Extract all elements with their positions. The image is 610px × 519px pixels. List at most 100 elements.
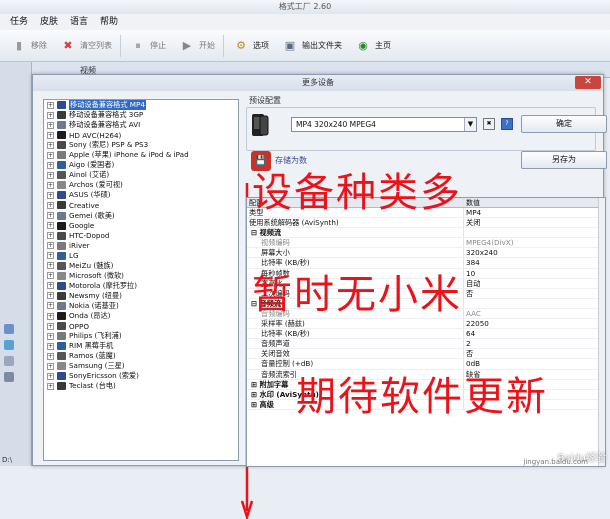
tree-item[interactable]: + RIM 黑莓手机 (44, 341, 238, 351)
expand-icon[interactable]: + (47, 111, 54, 119)
expand-icon[interactable]: + (47, 141, 54, 149)
ok-button[interactable]: 确定 (521, 115, 607, 133)
close-icon[interactable]: ✕ (575, 76, 601, 89)
delete-preset-icon[interactable]: ✖ (483, 118, 495, 130)
expand-icon[interactable]: + (47, 191, 54, 199)
expand-icon[interactable]: + (47, 222, 54, 230)
expand-icon[interactable]: + (47, 201, 54, 209)
expand-icon[interactable]: + (47, 342, 54, 350)
tree-item[interactable]: + Google (44, 221, 238, 231)
preset-select[interactable]: MP4 320x240 MPEG4 ▼ (291, 117, 477, 132)
property-row[interactable]: 使用系统解码器 (AviSynth) 关闭 (247, 218, 605, 229)
tree-item[interactable]: + Nokia (诺基亚) (44, 301, 238, 311)
tree-item[interactable]: + Onda (昂达) (44, 311, 238, 321)
expand-icon[interactable]: + (47, 352, 54, 360)
property-value (463, 298, 605, 308)
expand-icon[interactable]: + (47, 272, 54, 280)
property-row[interactable]: 屏幕大小 320x240 (247, 248, 605, 259)
tree-item[interactable]: + 移动设备兼容格式 3GP (44, 110, 238, 120)
expand-icon[interactable]: + (47, 262, 54, 270)
stop-button[interactable]: ⏸ 停止 (125, 34, 170, 58)
expand-icon[interactable]: + (47, 161, 54, 169)
expand-icon[interactable]: + (47, 322, 54, 330)
tree-item-label: Apple (苹果) iPhone & iPod & iPad (69, 150, 189, 160)
expand-icon[interactable]: + (47, 362, 54, 370)
expand-icon[interactable]: + (47, 302, 54, 310)
tree-item[interactable]: + Apple (苹果) iPhone & iPod & iPad (44, 150, 238, 160)
tree-item[interactable]: + ASUS (华硕) (44, 190, 238, 200)
tree-item[interactable]: + 移动设备兼容格式 MP4 (44, 100, 238, 111)
audio-category-icon[interactable] (4, 324, 14, 334)
expand-icon[interactable]: + (47, 171, 54, 179)
expand-icon[interactable]: + (47, 332, 54, 340)
tree-item[interactable]: + Creative (44, 200, 238, 210)
expand-icon[interactable]: + (47, 252, 54, 260)
tree-item[interactable]: + Teclast (台电) (44, 381, 238, 391)
tree-item[interactable]: + Samsung (三星) (44, 361, 238, 371)
tree-item[interactable]: + Sony (索尼) PSP & PS3 (44, 140, 238, 150)
tree-item[interactable]: + HD AVC(H264) (44, 130, 238, 140)
property-row[interactable]: 音频声道 2 (247, 339, 605, 350)
device-icon (57, 372, 66, 381)
tools-category-icon[interactable] (4, 372, 14, 382)
device-tree[interactable]: + 移动设备兼容格式 MP4 + 移动设备兼容格式 3GP + 移动设备兼容格式 AVI +… (43, 99, 239, 461)
tree-item[interactable]: + Archos (爱可视) (44, 180, 238, 190)
tree-item[interactable]: + MeiZu (魅族) (44, 261, 238, 271)
clear-list-button[interactable]: ✖ 清空列表 (55, 34, 116, 58)
expand-icon[interactable]: + (47, 121, 54, 129)
property-row[interactable]: 比特率 (KB/秒) 64 (247, 329, 605, 340)
tree-item[interactable]: + LG (44, 251, 238, 261)
tree-item[interactable]: + Newsmy (纽曼) (44, 291, 238, 301)
start-button[interactable]: ▶ 开始 (174, 34, 219, 58)
property-row[interactable]: 关闭音效 否 (247, 349, 605, 360)
device-icon (57, 352, 66, 361)
output-folder-icon: ▣ (284, 39, 296, 52)
property-key: 关闭音效 (261, 349, 290, 359)
output-folder-button[interactable]: ▣ 输出文件夹 (277, 34, 346, 58)
home-button[interactable]: ◉ 主页 (350, 34, 395, 58)
toolbar: ▮ 移除 ✖ 清空列表 ⏸ 停止 ▶ 开始 ⚙ 选项 ▣ 输出文件夹 ◉ 主页 (0, 30, 610, 62)
tree-item[interactable]: + Philips (飞利浦) (44, 331, 238, 341)
tree-item[interactable]: + iRiver (44, 241, 238, 251)
expand-icon[interactable]: + (47, 151, 54, 159)
remove-button[interactable]: ▮ 移除 (6, 34, 51, 58)
help-icon[interactable]: ? (501, 118, 513, 130)
device-icon (57, 362, 66, 371)
property-row[interactable]: ⊟ 视频流 (247, 228, 605, 239)
scrollbar[interactable] (598, 198, 605, 466)
tree-item[interactable]: + SonyEricsson (索爱) (44, 371, 238, 381)
tree-item[interactable]: + Ramos (蓝魔) (44, 351, 238, 361)
chevron-down-icon[interactable]: ▼ (464, 118, 476, 131)
tree-item[interactable]: + Motorola (摩托罗拉) (44, 281, 238, 291)
expand-icon[interactable]: + (47, 372, 54, 380)
expand-icon[interactable]: + (47, 101, 54, 109)
tree-item[interactable]: + OPPO (44, 321, 238, 331)
tree-item[interactable]: + Aigo (爱国者) (44, 160, 238, 170)
tree-item[interactable]: + Microsoft (微软) (44, 271, 238, 281)
expand-icon[interactable]: + (47, 131, 54, 139)
expand-icon[interactable]: + (47, 212, 54, 220)
expand-icon[interactable]: + (47, 232, 54, 240)
menu-language[interactable]: 语言 (70, 14, 88, 30)
expand-icon[interactable]: + (47, 382, 54, 390)
tree-item-label: Teclast (台电) (69, 381, 116, 391)
options-button[interactable]: ⚙ 选项 (228, 34, 273, 58)
tree-item[interactable]: + 移动设备兼容格式 AVI (44, 120, 238, 130)
tree-item-label: 移动设备兼容格式 AVI (69, 120, 141, 130)
property-row[interactable]: 视频编码 MPEG4(DivX) (247, 238, 605, 249)
expand-icon[interactable]: + (47, 282, 54, 290)
menu-skin[interactable]: 皮肤 (40, 14, 58, 30)
save-as-button[interactable]: 另存为 (521, 151, 607, 169)
disc-category-icon[interactable] (4, 356, 14, 366)
tree-item[interactable]: + Ainol (艾诺) (44, 170, 238, 180)
tree-item[interactable]: + Gemei (歌美) (44, 211, 238, 221)
property-row[interactable]: 采样率 (赫兹) 22050 (247, 319, 605, 330)
expand-icon[interactable]: + (47, 292, 54, 300)
tree-item[interactable]: + HTC-Dopod (44, 231, 238, 241)
expand-icon[interactable]: + (47, 312, 54, 320)
menu-help[interactable]: 帮助 (100, 14, 118, 30)
expand-icon[interactable]: + (47, 181, 54, 189)
image-category-icon[interactable] (4, 340, 14, 350)
menu-task[interactable]: 任务 (10, 14, 28, 30)
expand-icon[interactable]: + (47, 242, 54, 250)
